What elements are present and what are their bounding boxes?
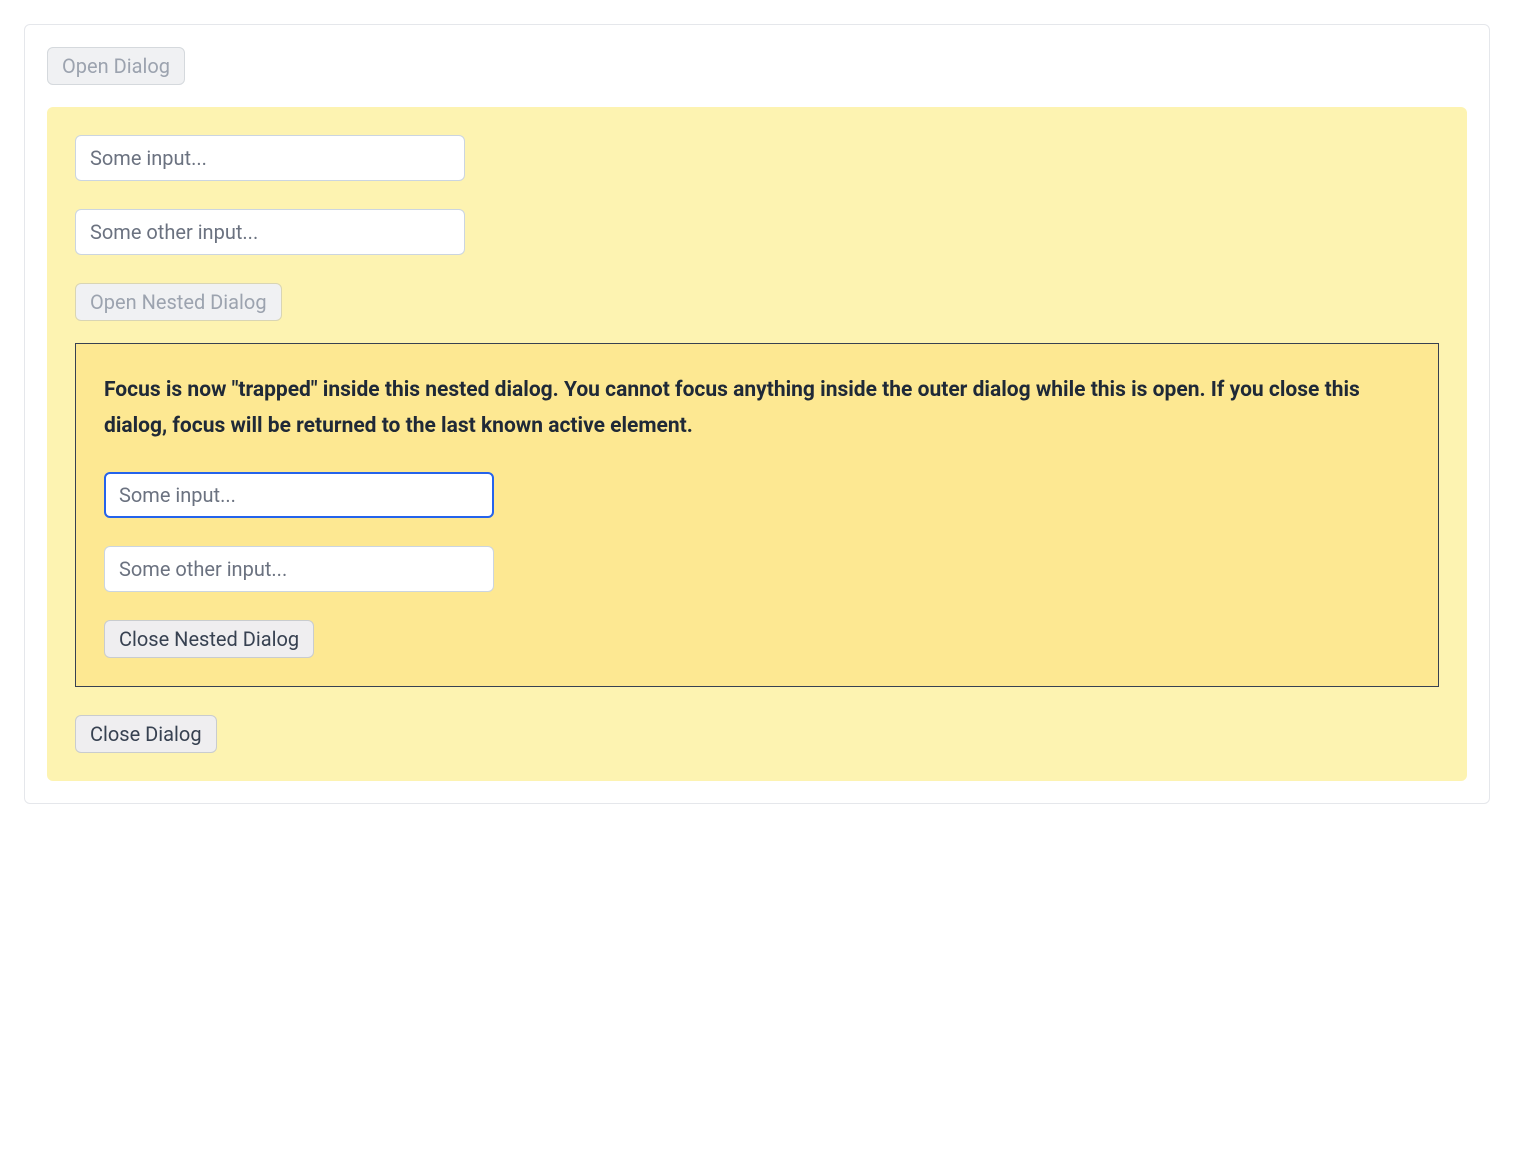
outer-dialog: Open Nested Dialog Focus is now "trapped… [47,107,1467,781]
nested-dialog: Focus is now "trapped" inside this neste… [75,343,1439,687]
close-dialog-button[interactable]: Close Dialog [75,715,217,753]
open-dialog-button[interactable]: Open Dialog [47,47,185,85]
nested-input-1[interactable] [104,472,494,518]
outer-input-1[interactable] [75,135,465,181]
open-nested-dialog-button[interactable]: Open Nested Dialog [75,283,282,321]
demo-panel: Open Dialog Open Nested Dialog Focus is … [24,24,1490,804]
outer-input-2[interactable] [75,209,465,255]
nested-dialog-description: Focus is now "trapped" inside this neste… [104,372,1410,444]
nested-input-2[interactable] [104,546,494,592]
close-dialog-wrap: Close Dialog [75,715,1439,753]
close-nested-dialog-button[interactable]: Close Nested Dialog [104,620,314,658]
